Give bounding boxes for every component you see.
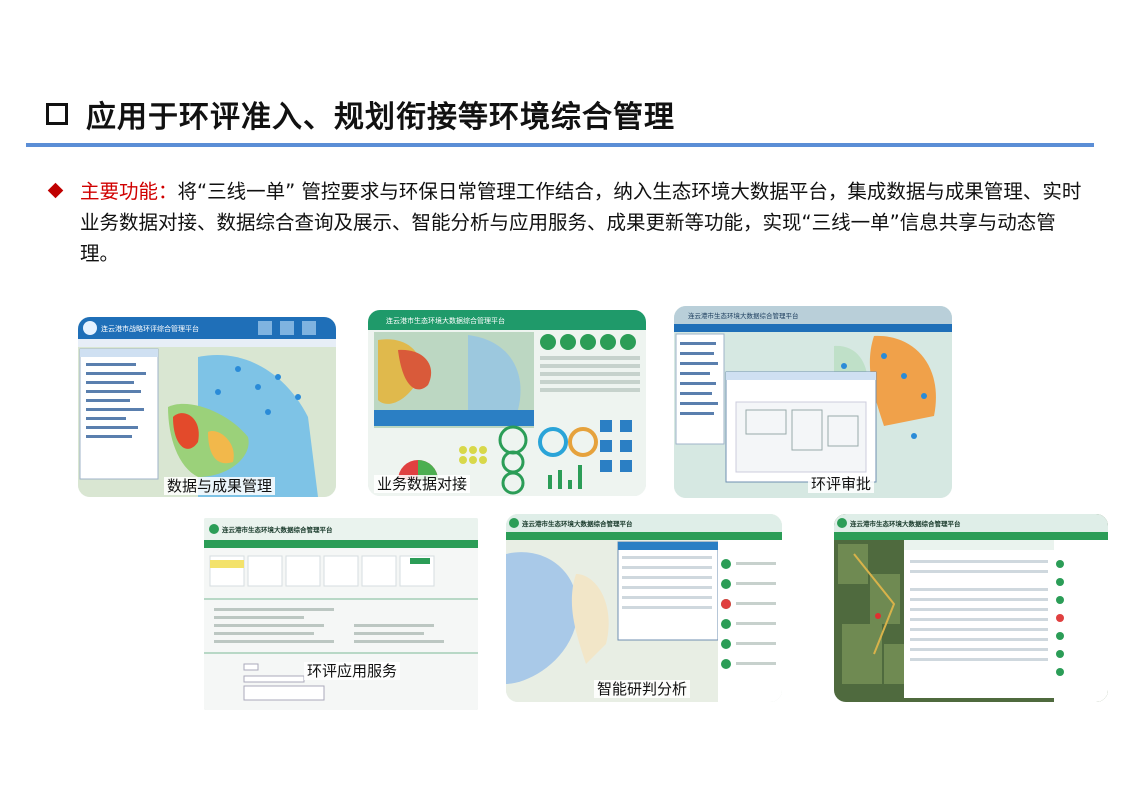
app-title: 连云港市生态环境大数据综合管理平台: [522, 519, 633, 528]
screenshot-eia-approval: 连云港市生态环境大数据综合管理平台: [674, 306, 952, 498]
screenshot-eia-service: 连云港市生态环境大数据综合管理平台: [204, 518, 478, 710]
app-title: 连云港市生态环境大数据综合管理平台: [222, 525, 333, 534]
screenshot-smart-analysis: 连云港市生态环境大数据综合管理平台: [506, 514, 782, 702]
section-heading: 应用于环评准入、规划衔接等环境综合管理: [46, 92, 675, 136]
caption-smart-analysis: 智能研判分析: [594, 678, 691, 699]
description-label: 主要功能：: [80, 180, 178, 203]
app-title: 连云港市战略环评综合管理平台: [101, 324, 199, 333]
screenshot-business-data: 连云港市生态环境大数据综合管理平台: [368, 310, 646, 496]
description-text: 将“三线一单” 管控要求与环保日常管理工作结合，纳入生态环境大数据平台，集成数据…: [80, 180, 1082, 265]
caption-eia-service: 环评应用服务: [304, 660, 401, 681]
title-divider: [26, 143, 1094, 147]
caption-business-data: 业务数据对接: [374, 473, 471, 494]
app-title: 连云港市生态环境大数据综合管理平台: [850, 519, 961, 528]
screenshot-satellite-analysis: 连云港市生态环境大数据综合管理平台: [834, 514, 1108, 702]
screenshot-data-management: 连云港市战略环评综合管理平台: [78, 317, 336, 497]
page-title: 应用于环评准入、规划衔接等环境综合管理: [86, 100, 675, 135]
caption-data-management: 数据与成果管理: [164, 475, 276, 496]
caption-eia-approval: 环评审批: [808, 473, 875, 494]
app-title: 连云港市生态环境大数据综合管理平台: [386, 316, 505, 325]
description-block: 主要功能：将“三线一单” 管控要求与环保日常管理工作结合，纳入生态环境大数据平台…: [47, 176, 1090, 269]
app-title: 连云港市生态环境大数据综合管理平台: [688, 311, 799, 320]
checkbox-square-icon: [46, 103, 68, 125]
